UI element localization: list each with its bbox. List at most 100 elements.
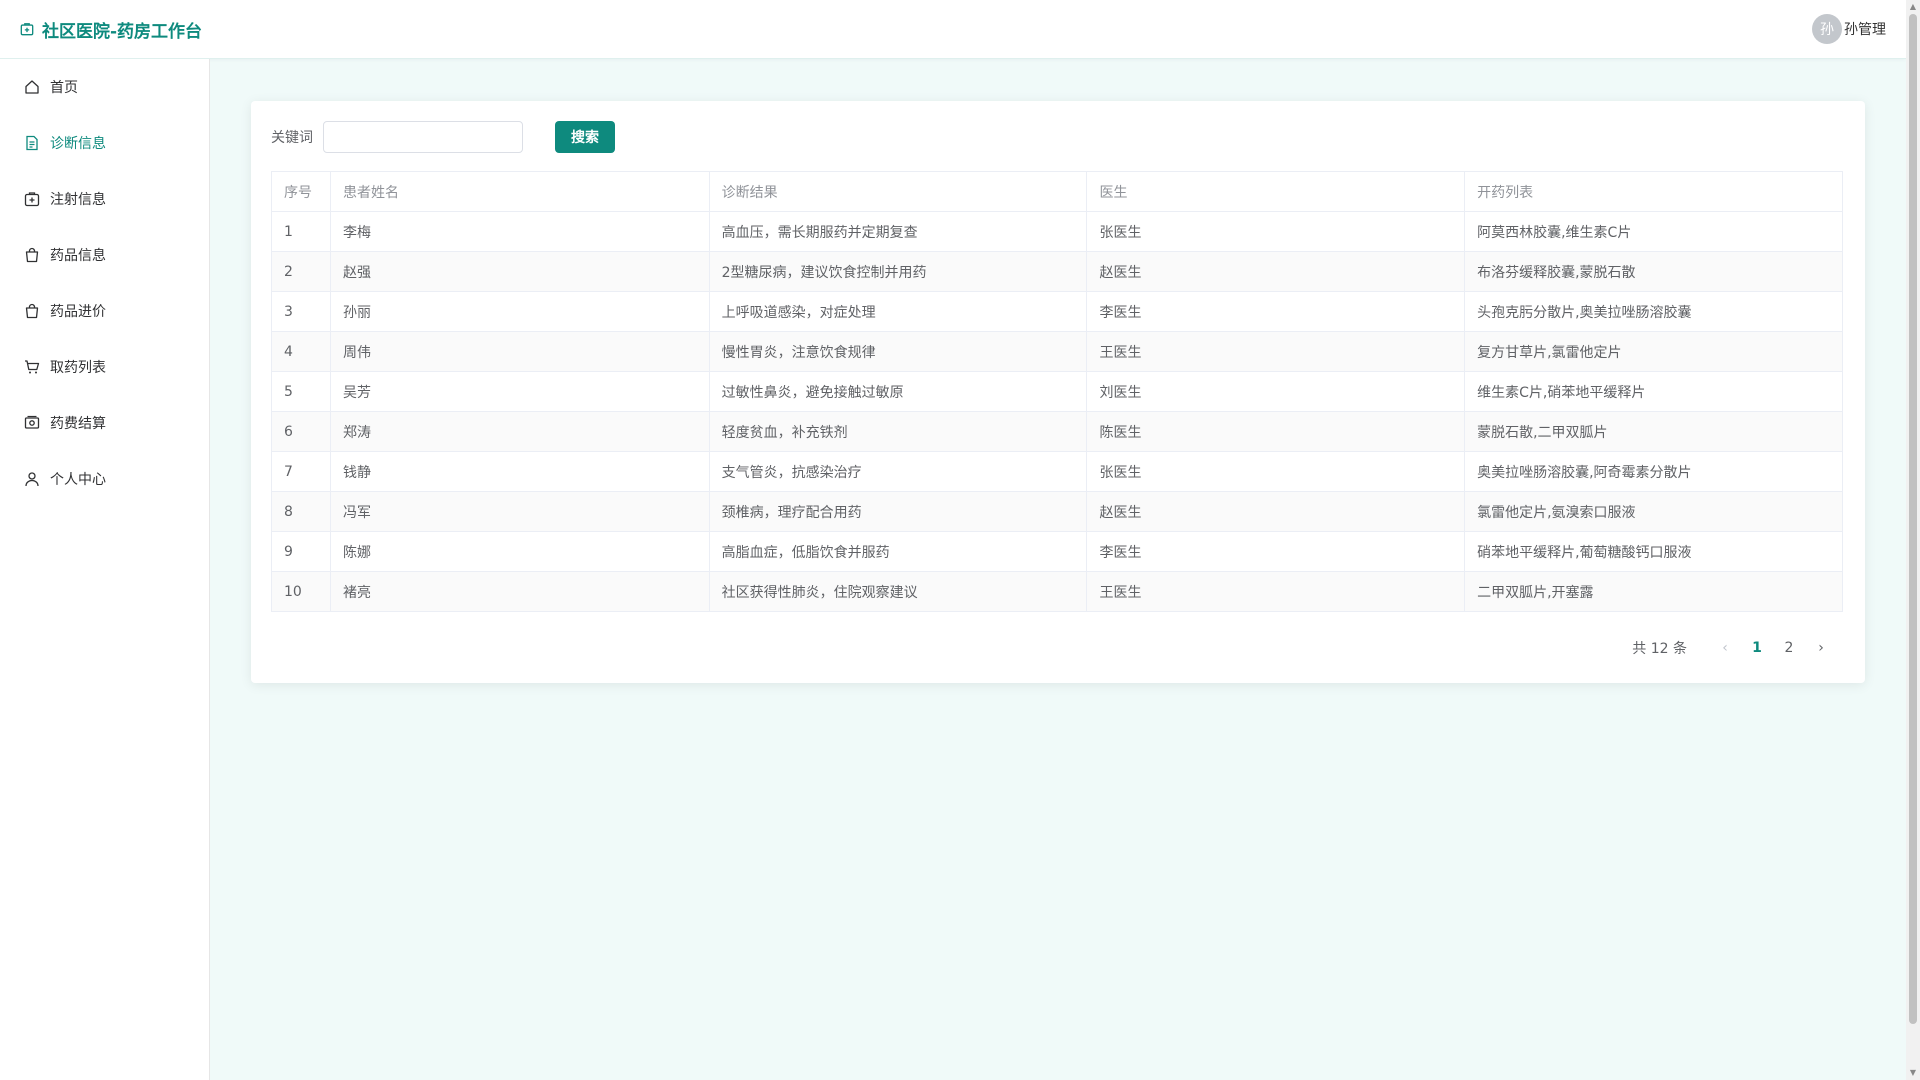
medical-kit-icon <box>24 192 40 207</box>
scroll-down-icon[interactable]: ▼ <box>1906 1066 1920 1080</box>
document-icon <box>26 135 38 151</box>
sidebar-item-label: 药品信息 <box>50 248 106 264</box>
column-header-diagnosis: 诊断结果 <box>708 171 1088 212</box>
prev-page-icon[interactable]: ‹ <box>1709 640 1741 656</box>
search-input[interactable] <box>323 121 523 153</box>
cell-index: 8 <box>271 491 331 532</box>
cell-patient-name: 吴芳 <box>329 371 710 412</box>
content-card: 关键词 搜索 序号 患者姓名 诊断结果 医生 开药列表 1 李梅 高血压，需长期服药… <box>251 101 1865 683</box>
brand: 社区医院-药房工作台 <box>20 17 202 42</box>
cell-prescription: 蒙脱石散,二甲双胍片 <box>1464 411 1843 452</box>
table-row[interactable]: 4 周伟 慢性胃炎，注意饮食规律 王医生 复方甘草片,氯雷他定片 <box>271 331 1843 372</box>
cell-prescription: 布洛芬缓释胶囊,蒙脱石散 <box>1464 251 1843 292</box>
home-icon <box>25 80 39 94</box>
sidebar-item-home[interactable]: 首页 <box>0 59 209 115</box>
scroll-up-icon[interactable]: ▲ <box>1906 0 1920 14</box>
cell-doctor: 陈医生 <box>1086 411 1466 452</box>
diagnosis-table: 序号 患者姓名 诊断结果 医生 开药列表 1 李梅 高血压，需长期服药并定期复查 张医… <box>271 171 1843 612</box>
cell-doctor: 王医生 <box>1086 331 1466 372</box>
cell-diagnosis: 上呼吸道感染，对症处理 <box>708 291 1088 332</box>
sidebar-item-label: 取药列表 <box>50 360 106 376</box>
table-row[interactable]: 1 李梅 高血压，需长期服药并定期复查 张医生 阿莫西林胶囊,维生素C片 <box>271 211 1843 252</box>
cell-prescription: 维生素C片,硝苯地平缓释片 <box>1464 371 1843 412</box>
page-button-1[interactable]: 1 <box>1741 640 1773 656</box>
column-header-doctor: 医生 <box>1086 171 1466 212</box>
cell-doctor: 王医生 <box>1086 571 1466 612</box>
column-header-patient: 患者姓名 <box>329 171 710 212</box>
table-row[interactable]: 8 冯军 颈椎病，理疗配合用药 赵医生 氯雷他定片,氨溴索口服液 <box>271 491 1843 532</box>
column-header-index: 序号 <box>271 171 331 212</box>
page-button-2[interactable]: 2 <box>1773 640 1805 656</box>
cell-doctor: 张医生 <box>1086 451 1466 492</box>
sidebar-item-medicine-info[interactable]: 药品信息 <box>0 227 209 283</box>
cell-patient-name: 陈娜 <box>329 531 710 572</box>
cell-doctor: 赵医生 <box>1086 251 1466 292</box>
cell-diagnosis: 社区获得性肺炎，住院观察建议 <box>708 571 1088 612</box>
table-row[interactable]: 5 吴芳 过敏性鼻炎，避免接触过敏原 刘医生 维生素C片,硝苯地平缓释片 <box>271 371 1843 412</box>
cell-diagnosis: 轻度贫血，补充铁剂 <box>708 411 1088 452</box>
column-header-prescription: 开药列表 <box>1464 171 1843 212</box>
cell-index: 7 <box>271 451 331 492</box>
cell-prescription: 硝苯地平缓释片,葡萄糖酸钙口服液 <box>1464 531 1843 572</box>
table-row[interactable]: 2 赵强 2型糖尿病，建议饮食控制并用药 赵医生 布洛芬缓释胶囊,蒙脱石散 <box>271 251 1843 292</box>
cell-index: 9 <box>271 531 331 572</box>
sidebar-item-injection[interactable]: 注射信息 <box>0 171 209 227</box>
cell-diagnosis: 慢性胃炎，注意饮食规律 <box>708 331 1088 372</box>
cell-patient-name: 李梅 <box>329 211 710 252</box>
shopping-bag-icon <box>25 247 39 263</box>
cell-diagnosis: 高血压，需长期服药并定期复查 <box>708 211 1088 252</box>
cell-doctor: 李医生 <box>1086 291 1466 332</box>
scrollbar-thumb[interactable] <box>1909 14 1917 1024</box>
search-button[interactable]: 搜索 <box>555 121 615 153</box>
sidebar: 首页 诊断信息 注射信息 药品信息 药品进价 取药列表 药费结算 个人中心 <box>0 59 210 1080</box>
table-row[interactable]: 3 孙丽 上呼吸道感染，对症处理 李医生 头孢克肟分散片,奥美拉唑肠溶胶囊 <box>271 291 1843 332</box>
cell-prescription: 奥美拉唑肠溶胶囊,阿奇霉素分散片 <box>1464 451 1843 492</box>
cell-diagnosis: 高脂血症，低脂饮食并服药 <box>708 531 1088 572</box>
table-header-row: 序号 患者姓名 诊断结果 医生 开药列表 <box>271 171 1843 212</box>
search-bar: 关键词 搜索 <box>271 121 615 153</box>
cell-prescription: 氯雷他定片,氨溴索口服液 <box>1464 491 1843 532</box>
cell-index: 6 <box>271 411 331 452</box>
search-label: 关键词 <box>271 130 313 146</box>
sidebar-item-label: 药费结算 <box>50 416 106 432</box>
sidebar-item-pickup-list[interactable]: 取药列表 <box>0 339 209 395</box>
cell-index: 5 <box>271 371 331 412</box>
cell-doctor: 李医生 <box>1086 531 1466 572</box>
pagination: 共 12 条 ‹ 1 2 › <box>1632 638 1837 658</box>
cell-patient-name: 孙丽 <box>329 291 710 332</box>
sidebar-item-diagnosis[interactable]: 诊断信息 <box>0 115 209 171</box>
next-page-icon[interactable]: › <box>1805 640 1837 656</box>
table-row[interactable]: 9 陈娜 高脂血症，低脂饮食并服药 李医生 硝苯地平缓释片,葡萄糖酸钙口服液 <box>271 531 1843 572</box>
cell-prescription: 头孢克肟分散片,奥美拉唑肠溶胶囊 <box>1464 291 1843 332</box>
sidebar-item-profile[interactable]: 个人中心 <box>0 451 209 507</box>
cell-diagnosis: 过敏性鼻炎，避免接触过敏原 <box>708 371 1088 412</box>
sidebar-item-billing[interactable]: 药费结算 <box>0 395 209 451</box>
table-row[interactable]: 10 褚亮 社区获得性肺炎，住院观察建议 王医生 二甲双胍片,开塞露 <box>271 571 1843 612</box>
medical-kit-icon <box>20 23 34 36</box>
app-title: 社区医院-药房工作台 <box>42 21 203 42</box>
sidebar-item-label: 注射信息 <box>50 192 106 208</box>
table-row[interactable]: 6 郑涛 轻度贫血，补充铁剂 陈医生 蒙脱石散,二甲双胍片 <box>271 411 1843 452</box>
avatar[interactable]: 孙 <box>1812 14 1842 44</box>
top-header: 社区医院-药房工作台 孙 孙管理 <box>0 0 1906 59</box>
cell-patient-name: 钱静 <box>329 451 710 492</box>
page-scrollbar[interactable]: ▲ ▼ <box>1906 0 1920 1080</box>
cell-diagnosis: 2型糖尿病，建议饮食控制并用药 <box>708 251 1088 292</box>
user-icon <box>25 472 39 487</box>
cell-patient-name: 周伟 <box>329 331 710 372</box>
table-row[interactable]: 7 钱静 支气管炎，抗感染治疗 张医生 奥美拉唑肠溶胶囊,阿奇霉素分散片 <box>271 451 1843 492</box>
cell-diagnosis: 支气管炎，抗感染治疗 <box>708 451 1088 492</box>
sidebar-item-medicine-price[interactable]: 药品进价 <box>0 283 209 339</box>
user-name[interactable]: 孙管理 <box>1844 19 1886 39</box>
money-icon <box>24 415 40 429</box>
table-body: 1 李梅 高血压，需长期服药并定期复查 张医生 阿莫西林胶囊,维生素C片 2 赵强 2型糖尿病… <box>271 211 1843 612</box>
sidebar-item-label: 诊断信息 <box>50 136 106 152</box>
cell-index: 2 <box>271 251 331 292</box>
user-menu[interactable]: 孙 孙管理 <box>1812 14 1886 44</box>
sidebar-item-label: 药品进价 <box>50 304 106 320</box>
cell-index: 10 <box>271 571 331 612</box>
cell-patient-name: 冯军 <box>329 491 710 532</box>
cell-patient-name: 赵强 <box>329 251 710 292</box>
cell-doctor: 张医生 <box>1086 211 1466 252</box>
cell-prescription: 阿莫西林胶囊,维生素C片 <box>1464 211 1843 252</box>
